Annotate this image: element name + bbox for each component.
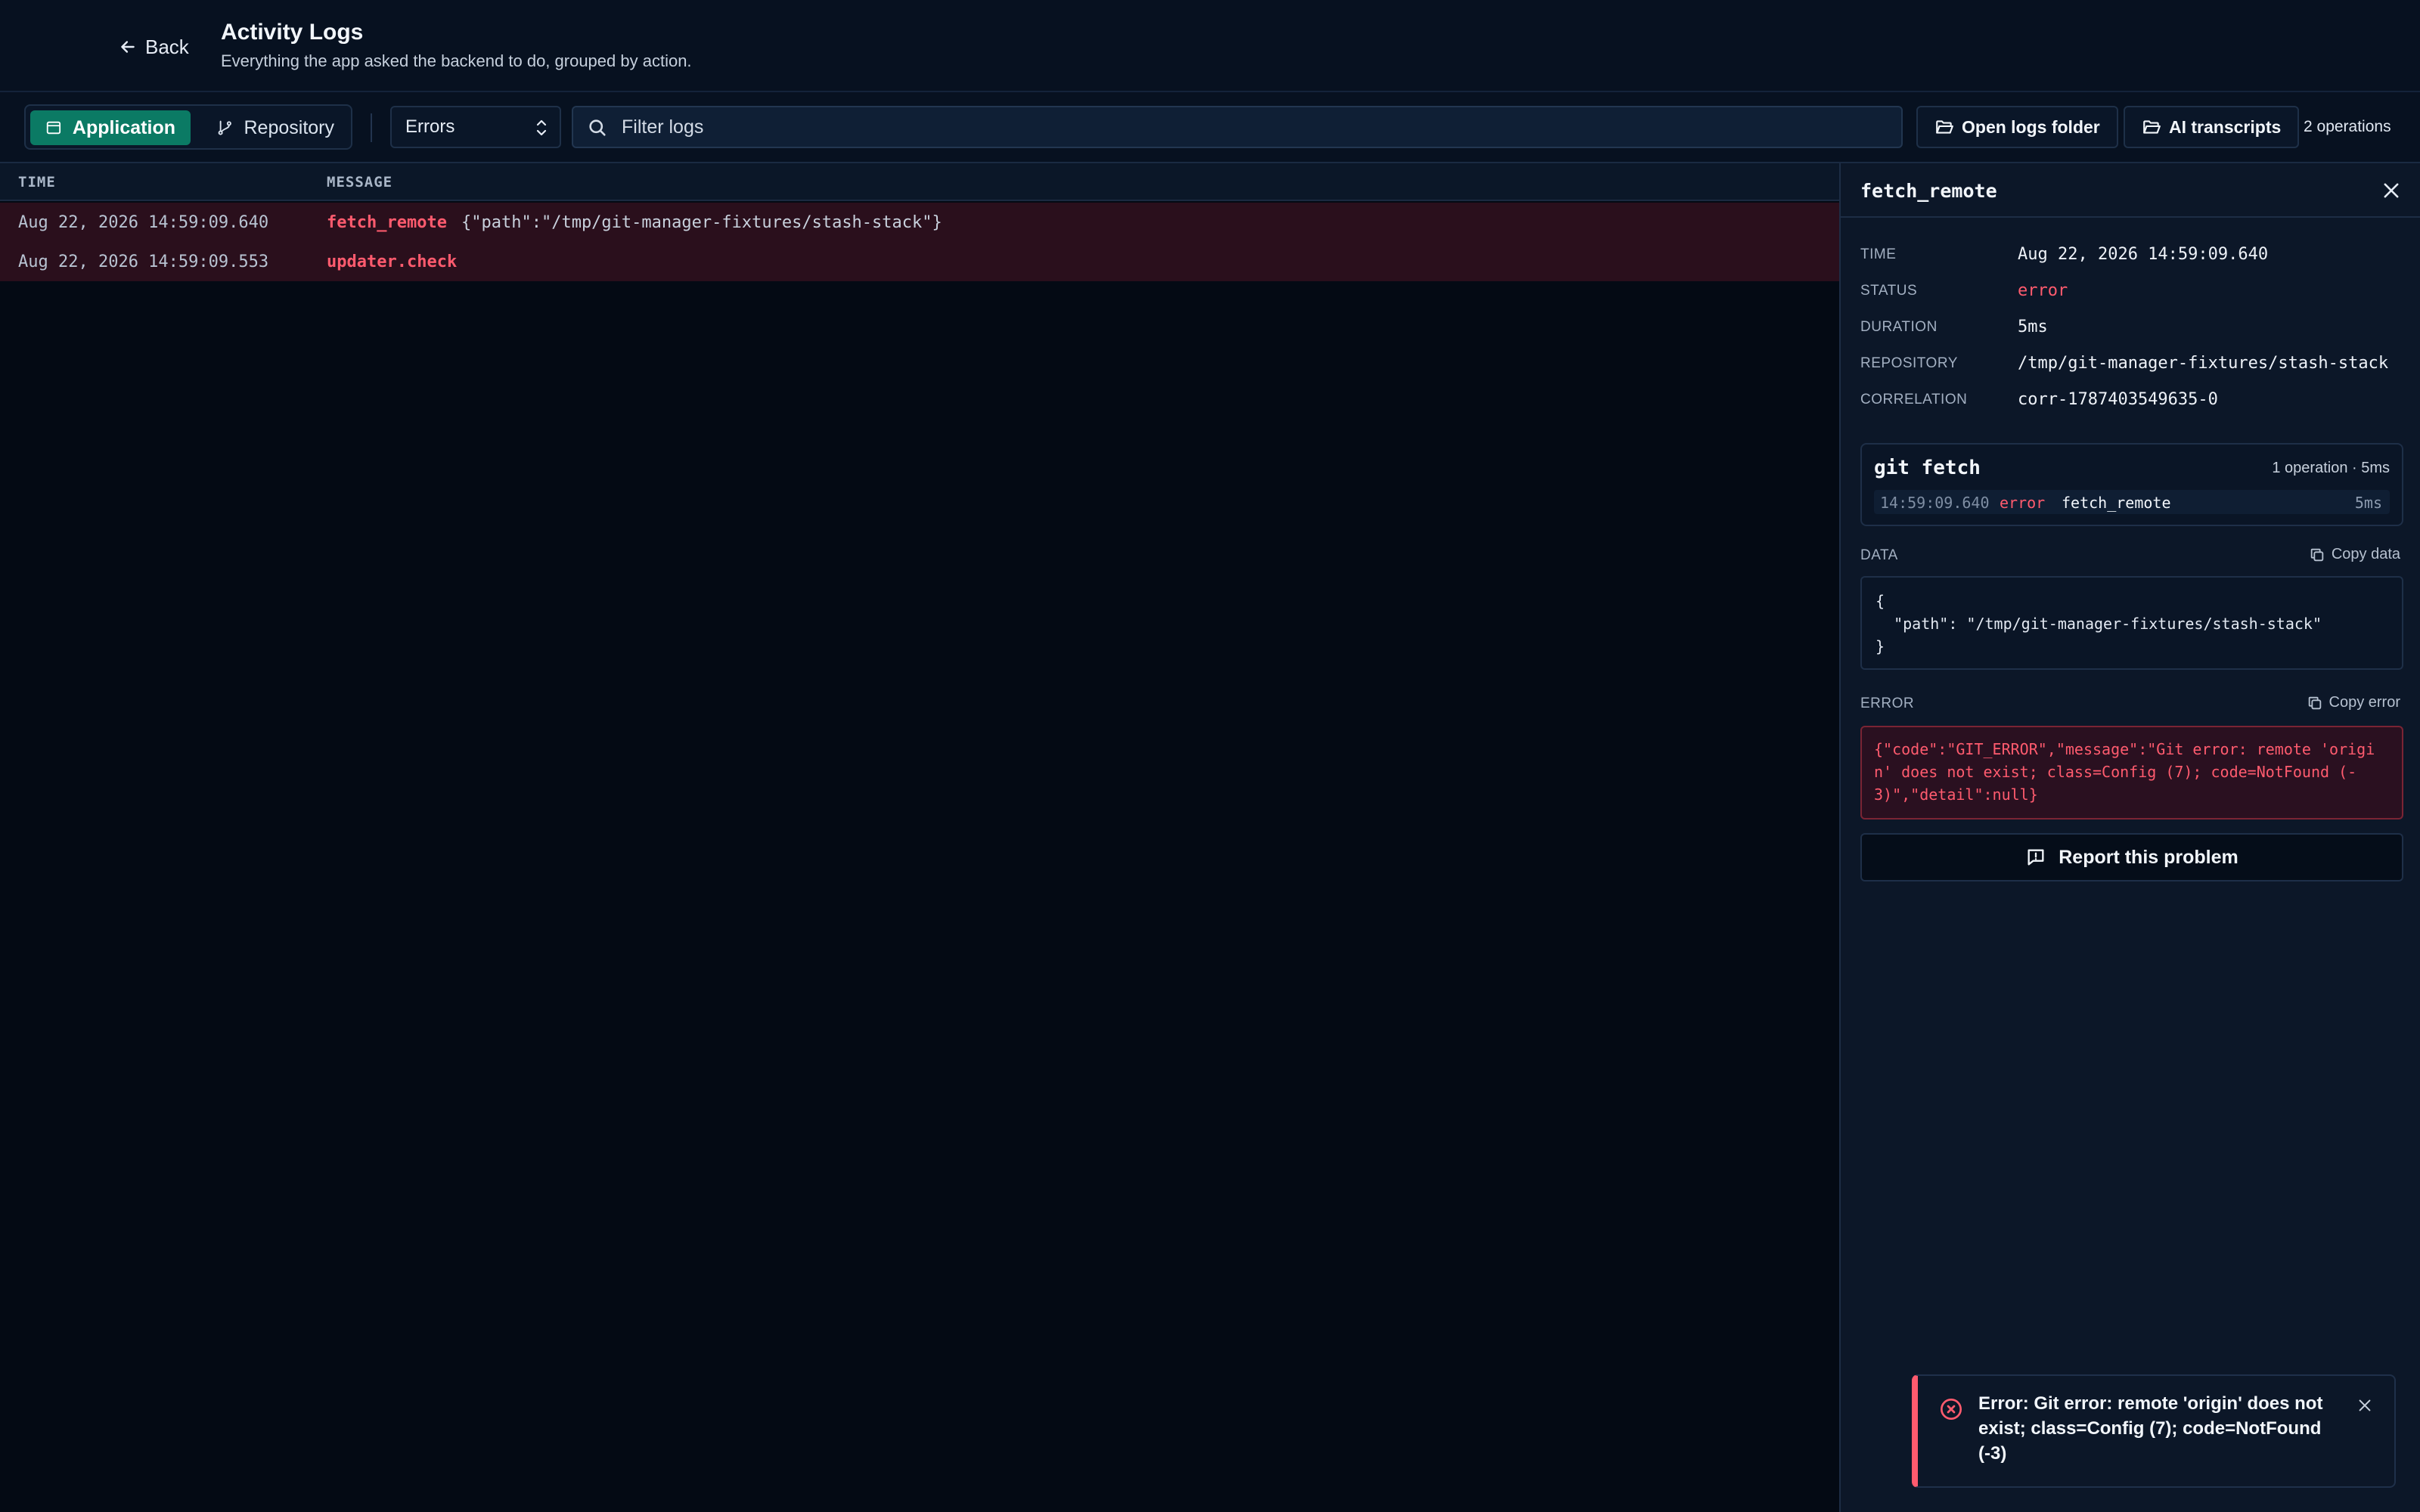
- toast-message: Error: Git error: remote 'origin' does n…: [1978, 1393, 2323, 1464]
- app-window-icon: [46, 121, 61, 135]
- error-circle-icon: [1941, 1399, 1962, 1420]
- tab-application-label: Application: [72, 116, 175, 138]
- error-toast: Error: Git error: remote 'origin' does n…: [1912, 1374, 2396, 1488]
- column-header-message: MESSAGE: [327, 174, 393, 191]
- field-value-repository: /tmp/git-manager-fixtures/stash-stack: [2018, 354, 2389, 373]
- close-icon[interactable]: [2381, 180, 2402, 201]
- arrow-left-icon: [121, 41, 135, 53]
- copy-error-button[interactable]: Copy error: [2307, 694, 2400, 711]
- report-problem-label: Report this problem: [2059, 846, 2238, 868]
- error-section-label: ERROR: [1860, 696, 1915, 711]
- detail-title: fetch_remote: [1860, 180, 1997, 202]
- field-value-time: Aug 22, 2026 14:59:09.640: [2018, 245, 2269, 264]
- copy-data-button[interactable]: Copy data: [2309, 546, 2400, 563]
- table-row[interactable]: Aug 22, 2026 14:59:09.640 fetch_remote {…: [0, 203, 1839, 242]
- column-header-time: TIME: [18, 174, 56, 191]
- detail-panel: fetch_remote TIME Aug 22, 2026 14:59:09.…: [1839, 163, 2420, 1512]
- data-section-label: DATA: [1860, 547, 1898, 563]
- close-icon[interactable]: [2356, 1397, 2373, 1414]
- source-tabs: Application Repository: [24, 104, 352, 150]
- group-meta: 1 operation · 5ms: [2272, 460, 2390, 476]
- group-title: git fetch: [1874, 457, 1981, 479]
- tab-repository-label: Repository: [244, 116, 335, 138]
- filter-search: [572, 106, 1903, 148]
- search-icon: [589, 119, 606, 136]
- toolbar: Application Repository Errors Open logs …: [0, 92, 2420, 163]
- level-select[interactable]: Errors: [390, 106, 561, 148]
- open-logs-folder-button[interactable]: Open logs folder: [1916, 106, 2118, 148]
- log-table: TIME MESSAGE Aug 22, 2026 14:59:09.640 f…: [0, 163, 1839, 1512]
- page-header: Back Activity Logs Everything the app as…: [0, 0, 2420, 92]
- error-json: {"code":"GIT_ERROR","message":"Git error…: [1860, 726, 2403, 820]
- copy-data-label: Copy data: [2331, 546, 2400, 562]
- report-problem-button[interactable]: Report this problem: [1860, 833, 2403, 881]
- row-time: Aug 22, 2026 14:59:09.640: [18, 213, 269, 232]
- data-json: { "path": "/tmp/git-manager-fixtures/sta…: [1860, 576, 2403, 670]
- field-value-status: error: [2018, 281, 2068, 300]
- level-select-value: Errors: [405, 116, 455, 137]
- git-branch-icon: [218, 120, 231, 135]
- page-subtitle: Everything the app asked the backend to …: [221, 51, 692, 70]
- ai-transcripts-label: AI transcripts: [2169, 116, 2282, 137]
- chevron-up-down-icon: [536, 119, 547, 136]
- folder-open-icon: [1936, 120, 1953, 134]
- tab-repository[interactable]: Repository: [201, 110, 349, 145]
- toolbar-divider: [371, 113, 372, 142]
- folder-open-icon: [2143, 120, 2161, 134]
- group-entry-time: 14:59:09.640: [1880, 494, 1990, 512]
- copy-icon: [2308, 696, 2321, 709]
- row-message-data: {"path":"/tmp/git-manager-fixtures/stash…: [461, 213, 942, 232]
- detail-header: fetch_remote: [1841, 163, 2420, 218]
- tab-application[interactable]: Application: [30, 110, 191, 145]
- ai-transcripts-button[interactable]: AI transcripts: [2124, 106, 2300, 148]
- field-value-correlation: corr-1787403549635-0: [2018, 390, 2218, 409]
- field-value-duration: 5ms: [2018, 318, 2048, 336]
- copy-icon: [2310, 548, 2324, 561]
- page-title: Activity Logs: [221, 20, 364, 45]
- group-entry-duration: 5ms: [2354, 494, 2382, 512]
- table-row[interactable]: Aug 22, 2026 14:59:09.553 updater.check: [0, 242, 1839, 281]
- operation-count: 2 operations: [2304, 118, 2391, 135]
- row-time: Aug 22, 2026 14:59:09.553: [18, 253, 269, 271]
- field-key-repository: REPOSITORY: [1860, 355, 1958, 371]
- group-entry[interactable]: 14:59:09.640 error fetch_remote 5ms: [1874, 490, 2390, 514]
- message-alert-icon: [2028, 849, 2044, 866]
- field-key-status: STATUS: [1860, 283, 1918, 299]
- group-entry-name: fetch_remote: [2062, 494, 2171, 512]
- table-header: TIME MESSAGE: [0, 163, 1839, 201]
- field-key-correlation: CORRELATION: [1860, 392, 1968, 407]
- group-entry-status: error: [2000, 494, 2046, 512]
- copy-error-label: Copy error: [2328, 694, 2400, 711]
- back-label: Back: [145, 35, 189, 58]
- row-message-name: fetch_remote: [327, 213, 447, 232]
- field-key-duration: DURATION: [1860, 319, 1938, 335]
- operation-group-card: git fetch 1 operation · 5ms 14:59:09.640…: [1860, 443, 2403, 526]
- open-logs-folder-label: Open logs folder: [1962, 116, 2100, 137]
- back-button[interactable]: Back: [118, 29, 189, 65]
- filter-input[interactable]: [622, 116, 1901, 138]
- field-key-time: TIME: [1860, 246, 1897, 262]
- row-message-name: updater.check: [327, 253, 458, 271]
